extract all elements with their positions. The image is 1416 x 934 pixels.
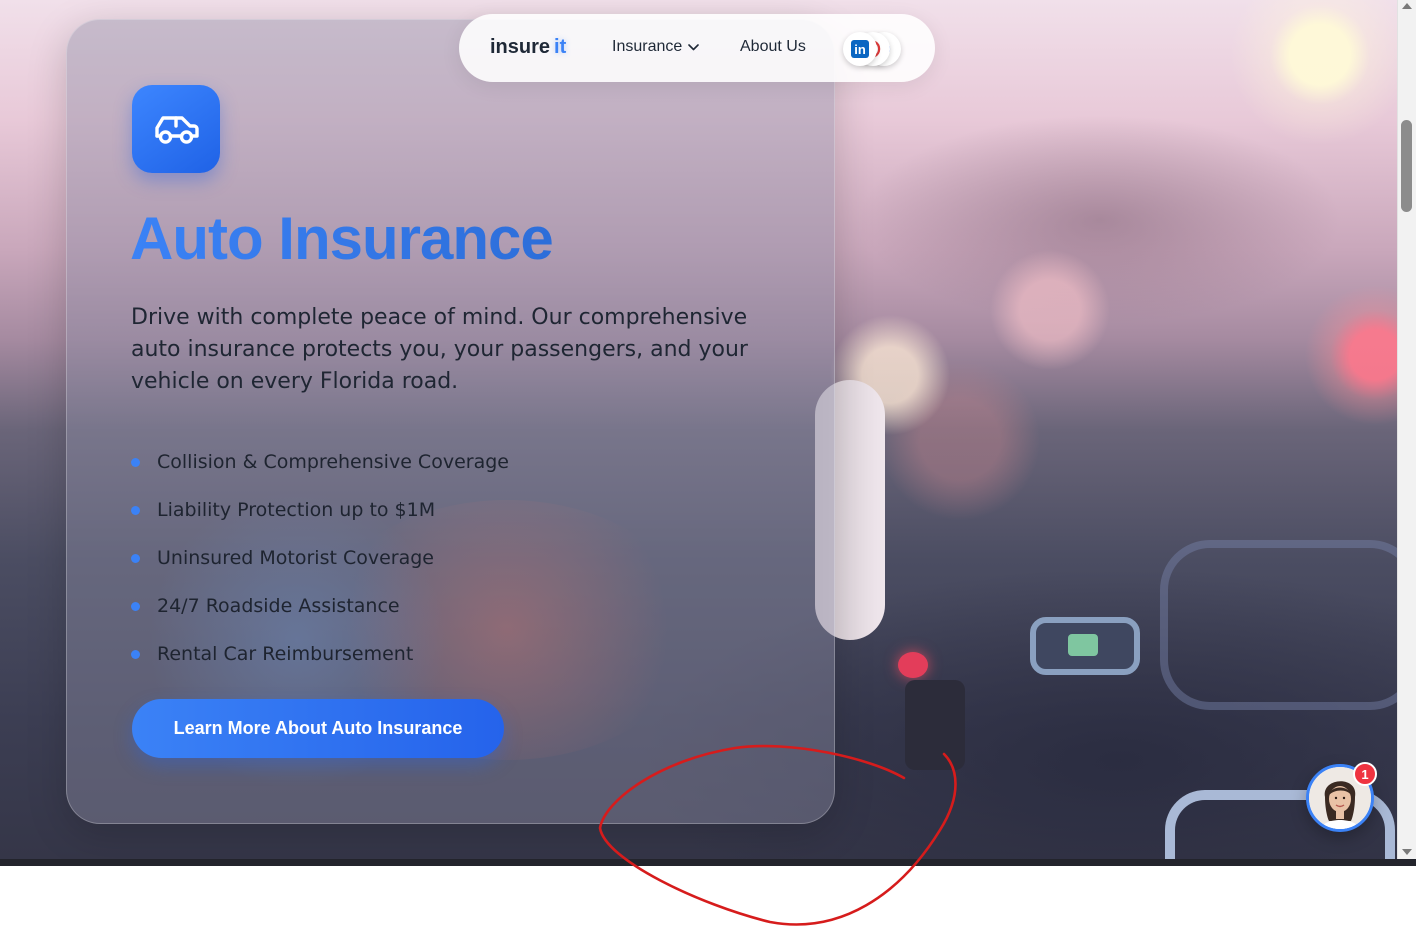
background-dashboard — [1160, 540, 1397, 710]
hero-title: Auto Insurance — [130, 204, 780, 273]
nav-about-us[interactable]: About Us — [740, 38, 806, 56]
hero-description: Drive with complete peace of mind. Our c… — [131, 305, 748, 394]
feature-item: Liability Protection up to $1M — [131, 486, 509, 534]
page-scrollbar[interactable] — [1397, 0, 1416, 859]
feature-item: 24/7 Roadside Assistance — [131, 582, 509, 630]
feature-label: Rental Car Reimbursement — [157, 643, 414, 665]
feature-label: Collision & Comprehensive Coverage — [157, 451, 509, 473]
feature-label: 24/7 Roadside Assistance — [157, 595, 400, 617]
car-icon — [155, 116, 199, 144]
bullet-dot — [131, 505, 140, 515]
feature-label: Uninsured Motorist Coverage — [157, 547, 434, 569]
nav-item-label: Insurance — [612, 38, 683, 55]
nav-insurance-dropdown[interactable]: Insurance — [612, 38, 700, 56]
notification-badge: 1 — [1353, 762, 1377, 786]
background-red-light — [898, 652, 928, 678]
feature-item: Rental Car Reimbursement — [131, 630, 509, 678]
learn-more-button[interactable]: Learn More About Auto Insurance — [132, 699, 504, 758]
bullet-dot — [131, 601, 140, 611]
logo-text: insure — [490, 36, 551, 58]
site-logo[interactable]: insure it — [490, 36, 566, 59]
window-bottom-edge — [0, 859, 1416, 866]
scroll-up-arrow-icon[interactable] — [1402, 3, 1412, 9]
scroll-down-arrow-icon[interactable] — [1402, 849, 1412, 855]
bullet-dot — [131, 457, 140, 467]
feature-label: Liability Protection up to $1M — [157, 499, 436, 521]
scroll-thumb[interactable] — [1401, 120, 1412, 212]
background-lever — [905, 680, 965, 770]
car-icon-tile — [132, 85, 220, 173]
feature-list: Collision & Comprehensive Coverage Liabi… — [131, 438, 509, 678]
linkedin-glyph: in — [851, 40, 869, 58]
nav-item-label: About Us — [740, 38, 806, 55]
social-links: in — [843, 32, 903, 66]
logo-accent: it — [554, 36, 567, 58]
bullet-dot — [131, 649, 140, 659]
linkedin-icon[interactable]: in — [843, 32, 877, 66]
page-viewport: Auto Insurance Drive with complete peace… — [0, 0, 1397, 859]
chevron-down-icon — [688, 43, 700, 50]
feature-item: Collision & Comprehensive Coverage — [131, 438, 509, 486]
top-navbar: insure it Insurance About Us in — [459, 14, 935, 82]
bullet-dot — [131, 553, 140, 563]
background-console-light — [1068, 634, 1098, 656]
feature-item: Uninsured Motorist Coverage — [131, 534, 509, 582]
